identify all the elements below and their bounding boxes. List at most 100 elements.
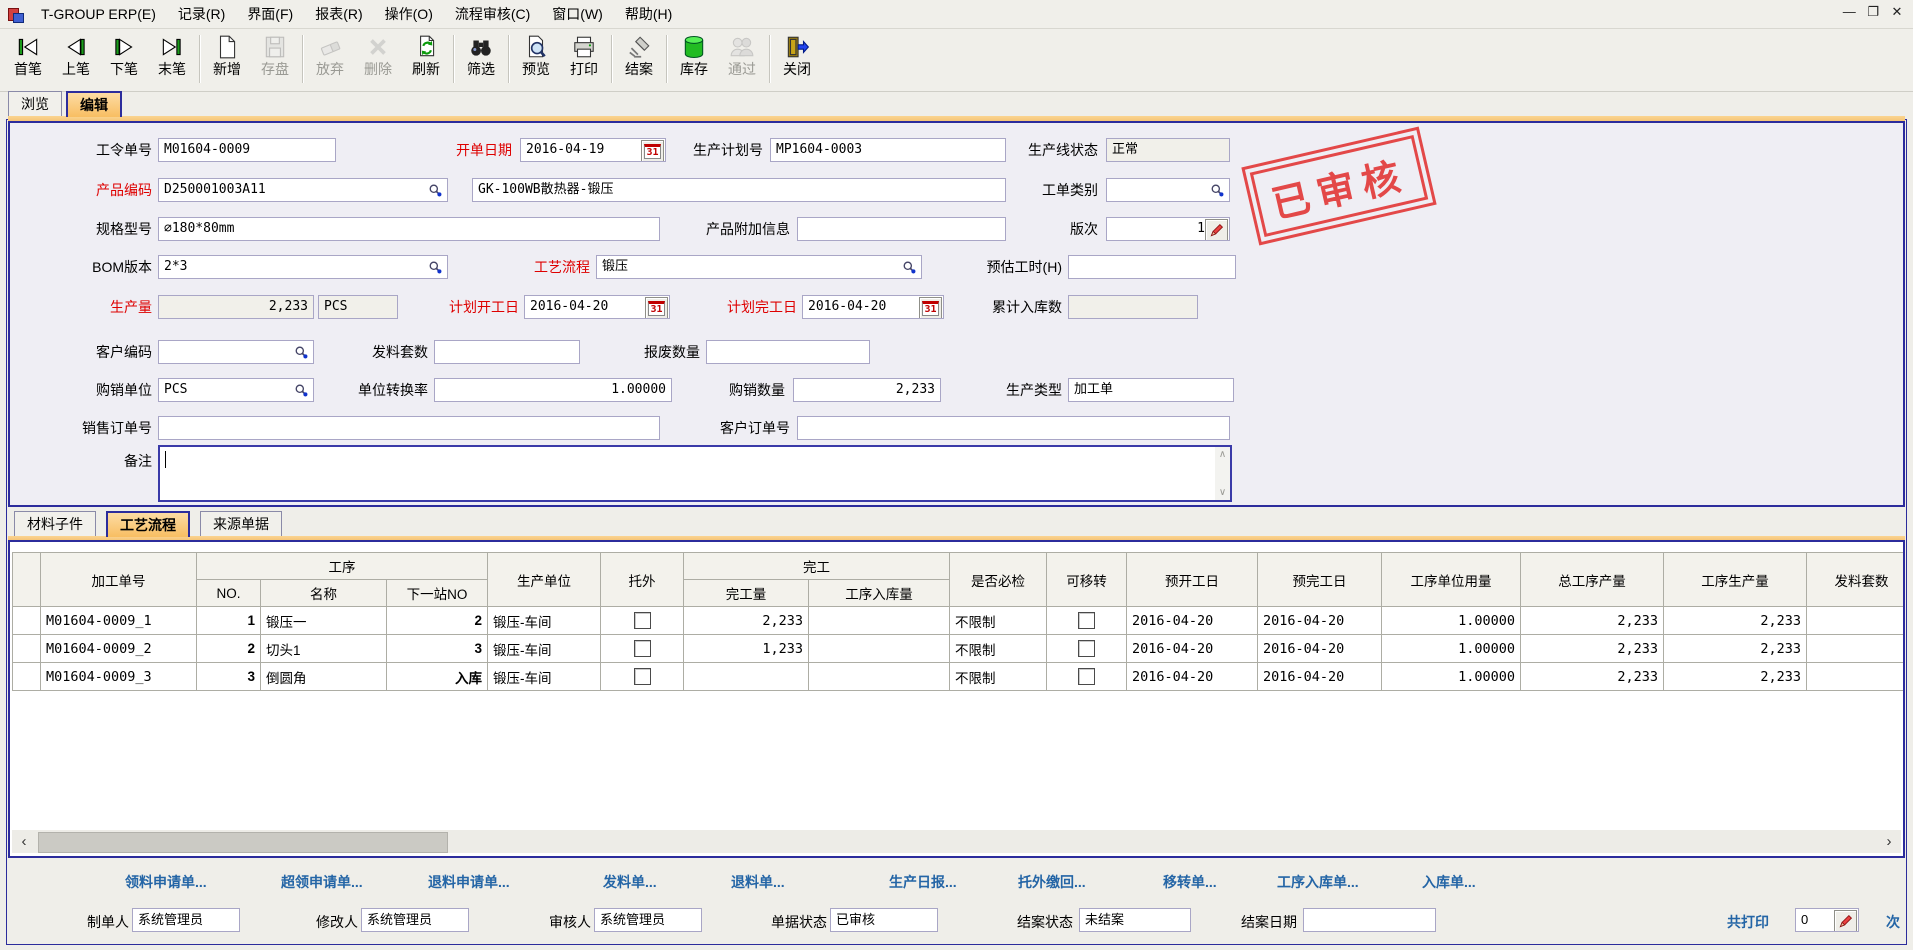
cell[interactable] — [809, 663, 950, 691]
menu-item-4[interactable]: 操作(O) — [374, 0, 444, 28]
cell[interactable] — [809, 635, 950, 663]
refresh-button[interactable]: 刷新 — [402, 31, 450, 89]
scroll-left-icon[interactable]: ‹ — [14, 831, 34, 852]
cell[interactable] — [684, 663, 809, 691]
cell[interactable]: 锻压一 — [261, 607, 387, 635]
product_code-field[interactable]: D250001003A11 — [158, 178, 448, 202]
cell[interactable]: 2,233 — [684, 607, 809, 635]
checkbox-icon[interactable] — [1078, 640, 1095, 657]
table-row[interactable]: M01604-0009_33倒圆角入库锻压-车间不限制2016-04-20201… — [13, 663, 1904, 691]
doc-link-7[interactable]: 移转单... — [1163, 872, 1217, 892]
doc-link-9[interactable]: 入库单... — [1422, 872, 1476, 892]
cell[interactable]: 锻压-车间 — [488, 607, 601, 635]
remark-scrollbar[interactable]: ∧ ∨ — [1215, 447, 1230, 500]
horizontal-scrollbar[interactable]: ‹ › — [12, 830, 1901, 853]
checkbox-icon[interactable] — [634, 640, 651, 657]
cell[interactable]: 2016-04-20 — [1258, 635, 1382, 663]
first-record-button[interactable]: 首笔 — [4, 31, 52, 89]
filter-button[interactable]: 筛选 — [457, 31, 505, 89]
menu-item-2[interactable]: 界面(F) — [236, 0, 304, 28]
cell[interactable]: M01604-0009_3 — [41, 663, 197, 691]
cell[interactable]: 入库 — [387, 663, 488, 691]
remark-input[interactable]: ∧ ∨ — [158, 445, 1232, 502]
edit-pencil-icon[interactable] — [1205, 219, 1228, 241]
prod_type-field[interactable]: 加工单 — [1068, 378, 1234, 402]
prod_qty-field[interactable]: 2,233 — [158, 295, 314, 319]
checkbox-cell[interactable] — [1047, 635, 1127, 663]
lookup-magnifier-icon[interactable] — [425, 180, 446, 200]
cell[interactable]: 不限制 — [950, 607, 1047, 635]
cell[interactable]: 2,233 — [1664, 607, 1807, 635]
modifier-field[interactable]: 系统管理员 — [361, 908, 469, 932]
scroll-right-icon[interactable]: › — [1879, 831, 1899, 852]
cell[interactable]: 1 — [197, 607, 261, 635]
close_date-field[interactable] — [1303, 908, 1436, 932]
menu-item-6[interactable]: 窗口(W) — [541, 0, 614, 28]
last-record-button[interactable]: 末笔 — [148, 31, 196, 89]
close-case-button[interactable]: 结案 — [615, 31, 663, 89]
cell[interactable]: M01604-0009_1 — [41, 607, 197, 635]
cell[interactable]: 1.00000 — [1382, 607, 1521, 635]
cell[interactable]: 2016-04-20 — [1127, 663, 1258, 691]
doc-link-5[interactable]: 生产日报... — [889, 872, 957, 892]
version-field[interactable]: 1 — [1106, 217, 1230, 241]
cell[interactable]: 2,233 — [1521, 607, 1664, 635]
table-row[interactable]: M01604-0009_22切头13锻压-车间1,233不限制2016-04-2… — [13, 635, 1904, 663]
tab-浏览[interactable]: 浏览 — [8, 91, 62, 117]
cell[interactable]: 3 — [197, 663, 261, 691]
cell[interactable]: 2016-04-20 — [1127, 607, 1258, 635]
tab-编辑[interactable]: 编辑 — [66, 91, 122, 117]
edit-pencil-icon[interactable] — [1834, 910, 1857, 932]
checkbox-icon[interactable] — [1078, 668, 1095, 685]
doc-link-6[interactable]: 托外缴回... — [1018, 872, 1086, 892]
prev-record-button[interactable]: 上笔 — [52, 31, 100, 89]
cell[interactable]: 1.00000 — [1382, 635, 1521, 663]
line_status-field[interactable]: 正常 — [1106, 138, 1230, 162]
checkbox-cell[interactable] — [601, 663, 684, 691]
product_name-field[interactable]: GK-100WB散热器-锻压 — [472, 178, 1006, 202]
scroll-up-icon[interactable]: ∧ — [1215, 449, 1230, 460]
cell[interactable]: 锻压-车间 — [488, 635, 601, 663]
row-selector[interactable] — [13, 635, 41, 663]
close-icon[interactable]: ✕ — [1887, 4, 1907, 20]
cell[interactable]: 2,233 — [1664, 663, 1807, 691]
checkbox-cell[interactable] — [1047, 663, 1127, 691]
inventory-button[interactable]: 库存 — [670, 31, 718, 89]
cell[interactable]: M01604-0009_2 — [41, 635, 197, 663]
print-count-field[interactable]: 0 — [1795, 908, 1859, 932]
order_type-field[interactable] — [1106, 178, 1230, 202]
cell[interactable]: 2016-04-20 — [1258, 663, 1382, 691]
checkbox-cell[interactable] — [601, 635, 684, 663]
cell[interactable] — [1807, 607, 1903, 635]
preview-button[interactable]: 预览 — [512, 31, 560, 89]
process_flow-field[interactable]: 锻压 — [596, 255, 922, 279]
scrap_qty-field[interactable] — [706, 340, 870, 364]
customer_order_no-field[interactable] — [797, 416, 1230, 440]
table-row[interactable]: M01604-0009_11锻压一2锻压-车间2,233不限制2016-04-2… — [13, 607, 1904, 635]
cell[interactable]: 2016-04-20 — [1127, 635, 1258, 663]
row-selector[interactable] — [13, 663, 41, 691]
doc-link-2[interactable]: 退料申请单... — [428, 872, 510, 892]
cell[interactable]: 切头1 — [261, 635, 387, 663]
cell[interactable]: 1.00000 — [1382, 663, 1521, 691]
doc-link-0[interactable]: 领料申请单... — [125, 872, 207, 892]
print-button[interactable]: 打印 — [560, 31, 608, 89]
row-selector[interactable] — [13, 607, 41, 635]
cell[interactable]: 3 — [387, 635, 488, 663]
cell[interactable]: 2,233 — [1664, 635, 1807, 663]
restore-icon[interactable]: ❐ — [1863, 4, 1883, 20]
sales_order_no-field[interactable] — [158, 416, 660, 440]
cell[interactable]: 2016-04-20 — [1258, 607, 1382, 635]
cell[interactable] — [809, 607, 950, 635]
doc-link-4[interactable]: 退料单... — [731, 872, 785, 892]
checkbox-icon[interactable] — [634, 668, 651, 685]
close_status-field[interactable]: 未结案 — [1079, 908, 1191, 932]
doc-link-1[interactable]: 超领申请单... — [281, 872, 363, 892]
scroll-down-icon[interactable]: ∨ — [1215, 487, 1230, 498]
tab-工艺流程[interactable]: 工艺流程 — [106, 511, 190, 537]
menu-item-5[interactable]: 流程审核(C) — [444, 0, 541, 28]
cell[interactable]: 2,233 — [1521, 635, 1664, 663]
menu-item-3[interactable]: 报表(R) — [304, 0, 373, 28]
minimize-icon[interactable]: — — [1839, 4, 1859, 19]
checkbox-icon[interactable] — [634, 612, 651, 629]
